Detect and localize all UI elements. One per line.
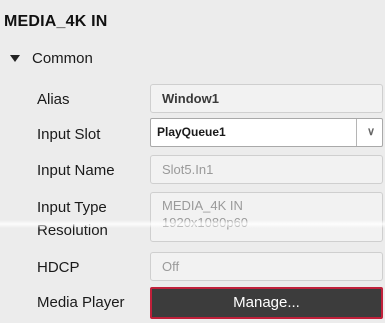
alias-label: Alias [37, 91, 70, 108]
section-common-toggle[interactable]: Common [10, 48, 93, 68]
manage-button[interactable]: Manage... [150, 287, 383, 319]
properties-panel: MEDIA_4K IN Common Alias Window1 Input S… [0, 0, 385, 323]
input-name-field: Slot5.In1 [150, 155, 383, 184]
triangle-down-icon [10, 55, 20, 62]
panel-title: MEDIA_4K IN [4, 13, 108, 30]
input-slot-value: PlayQueue1 [157, 125, 226, 139]
alias-field[interactable]: Window1 [150, 84, 383, 113]
input-type-resolution-field: MEDIA_4K IN 1920x1080p60 [150, 192, 383, 242]
hdcp-field: Off [150, 252, 383, 281]
input-slot-label: Input Slot [37, 126, 101, 143]
render-seam [0, 220, 385, 228]
chevron-down-icon[interactable]: ∨ [367, 119, 375, 146]
input-name-label: Input Name [37, 162, 115, 179]
input-type-value: MEDIA_4K IN [162, 198, 243, 213]
input-type-label: Input Type [37, 199, 107, 216]
input-slot-select[interactable]: PlayQueue1 ∨ [150, 118, 383, 147]
section-label: Common [32, 49, 93, 67]
hdcp-label: HDCP [37, 259, 80, 276]
select-divider [356, 119, 357, 146]
media-player-label: Media Player [37, 294, 125, 311]
